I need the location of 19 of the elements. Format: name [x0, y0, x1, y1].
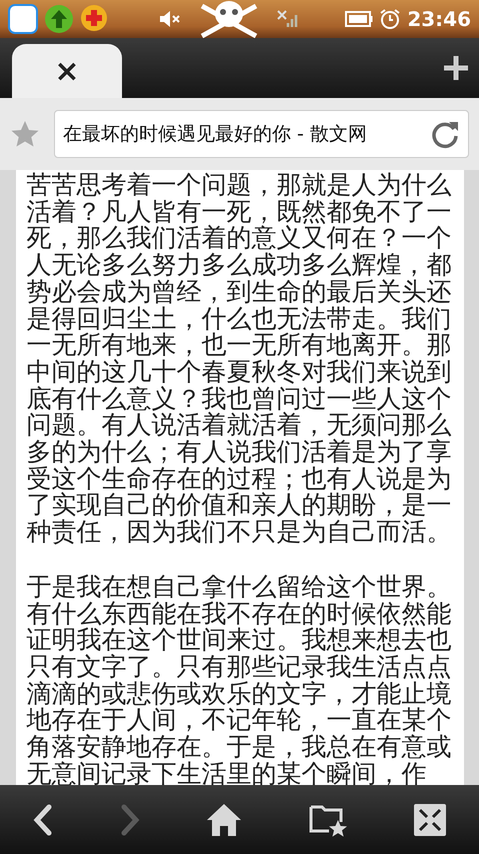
new-tab-icon[interactable]: [443, 55, 469, 81]
clock-time: 23:46: [407, 7, 471, 31]
star-icon[interactable]: [10, 120, 40, 148]
mute-icon: [158, 9, 182, 29]
app-icon[interactable]: [8, 4, 38, 34]
fullscreen-icon: [414, 804, 446, 836]
address-field[interactable]: 在最坏的时候遇见最好的你 - 散文网: [54, 110, 469, 158]
browser-tab[interactable]: ×: [12, 44, 122, 98]
folder-star-icon: [309, 802, 348, 836]
home-icon: [206, 802, 242, 836]
article-paragraph: 苦苦思考着一个问题，那就是人为什么活着？凡人皆有一死，既然都免不了一死，那么我们活着的意义又何在？一个人无论多么努力多么成功多么辉煌，都势必会成为曾经，到生命的最后关头还是得回归尘土，什么也无法带走。我们一无所有地来，也一无所有地离开。那中间的这几十个春夏秋冬对我们来说到底有什么意义？我也曾问过一些人这个问题。有人说活着就活着，无须问那么多的为什么；有人说我们活着是为了享受这个生命存在的过程；也有人说是为了实现自己的价值和亲人的期盼，是一种责任，因为我们不只是为自己而活。: [26, 172, 452, 546]
forward-icon: [120, 804, 140, 836]
battery-icon: [345, 11, 374, 27]
reload-icon[interactable]: [430, 119, 460, 149]
article-paragraph: 于是我在想自己拿什么留给这个世界。有什么东西能在我不存在的时候依然能证明我在这个世间来过。我想来想去也只有文字了。只有那些记录我生活点点滴滴的或悲伤或欢乐的文字，才能止境地存在于人间，不记年轮，一直在某个角落安静地存在。于是，我总在有意或无意间记录下生活里的某个瞬间，作: [26, 574, 452, 785]
back-icon: [33, 804, 54, 836]
medical-cross-icon[interactable]: [80, 4, 110, 34]
alarm-clock-icon: [379, 8, 402, 30]
signal-off-icon: [276, 9, 298, 29]
